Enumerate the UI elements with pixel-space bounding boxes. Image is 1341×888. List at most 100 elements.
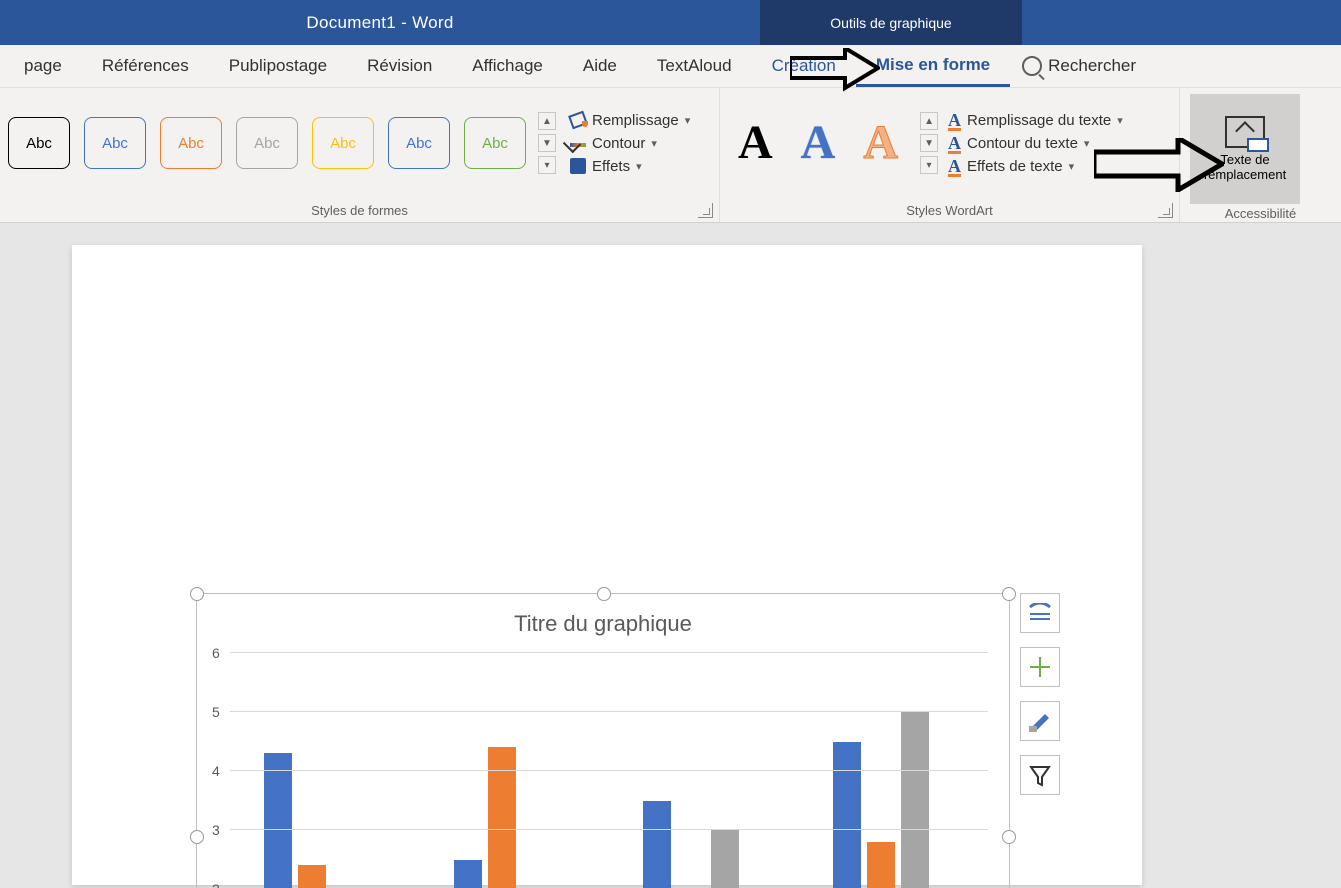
shape-style-swatch[interactable]: Abc xyxy=(84,117,146,169)
shape-fill-dropdown[interactable]: Remplissage ▾ xyxy=(570,112,690,129)
pen-icon xyxy=(570,143,586,147)
resize-handle[interactable] xyxy=(1002,587,1016,601)
shape-outline-dropdown[interactable]: Contour ▾ xyxy=(570,135,690,152)
group-label-accessibility: Accessibilité xyxy=(1225,206,1297,221)
y-tick-label: 4 xyxy=(212,763,220,779)
text-outline-icon: A xyxy=(948,135,961,151)
group-wordart-styles: A A A ▲ ▼ ▾ A Remplissage du texte ▾ A C… xyxy=(720,88,1180,222)
text-effects-dropdown[interactable]: A Effets de texte ▾ xyxy=(948,158,1123,175)
effects-icon xyxy=(570,158,586,174)
search-box[interactable]: Rechercher xyxy=(1022,56,1136,76)
dialog-launcher-icon[interactable] xyxy=(1158,203,1173,218)
text-outline-dropdown[interactable]: A Contour du texte ▾ xyxy=(948,135,1123,152)
wordart-more-button[interactable]: ▾ xyxy=(920,156,938,174)
bar-group xyxy=(264,753,360,888)
document-title: Document1 - Word xyxy=(0,13,760,33)
wordart-preset-3[interactable]: A xyxy=(863,119,898,167)
gridline xyxy=(230,711,988,712)
funnel-icon xyxy=(1028,763,1052,787)
y-tick-label: 2 xyxy=(212,881,220,888)
y-tick-label: 3 xyxy=(212,822,220,838)
alt-text-label-2: remplacement xyxy=(1204,167,1286,182)
shape-fill-label: Remplissage xyxy=(592,112,679,129)
text-fill-dropdown[interactable]: A Remplissage du texte ▾ xyxy=(948,112,1123,129)
tab-publipostage[interactable]: Publipostage xyxy=(209,45,347,87)
layout-options-button[interactable] xyxy=(1020,593,1060,633)
alt-text-label-1: Texte de xyxy=(1204,152,1286,167)
wordart-down-button[interactable]: ▼ xyxy=(920,134,938,152)
group-shape-styles: Abc Abc Abc Abc Abc Abc Abc ▲ ▼ ▾ Remplissage … xyxy=(0,88,720,222)
wordart-gallery[interactable]: A A A xyxy=(728,119,908,167)
bar[interactable] xyxy=(711,830,739,888)
chart-side-buttons xyxy=(1020,593,1060,795)
chevron-down-icon: ▾ xyxy=(685,114,691,127)
bar[interactable] xyxy=(298,865,326,888)
text-effects-icon: A xyxy=(948,158,961,174)
contextual-tab-chart-tools[interactable]: Outils de graphique xyxy=(760,0,1022,45)
chart-object[interactable]: Titre du graphique Catégorie 1Catégorie … xyxy=(196,593,1010,888)
tab-aide[interactable]: Aide xyxy=(563,45,637,87)
gridline xyxy=(230,829,988,830)
tab-mise-en-forme[interactable]: Mise en forme xyxy=(856,45,1010,87)
bar[interactable] xyxy=(901,712,929,888)
tab-creation[interactable]: Création xyxy=(752,45,856,87)
chevron-down-icon: ▾ xyxy=(636,160,642,173)
bar[interactable] xyxy=(454,860,482,888)
text-fill-icon: A xyxy=(948,112,961,128)
shape-effects-dropdown[interactable]: Effets ▾ xyxy=(570,158,690,175)
group-label-shape-styles: Styles de formes xyxy=(311,203,408,218)
gallery-more-button[interactable]: ▾ xyxy=(538,156,556,174)
resize-handle[interactable] xyxy=(190,830,204,844)
chart-elements-button[interactable] xyxy=(1020,647,1060,687)
shape-style-gallery[interactable]: Abc Abc Abc Abc Abc Abc Abc xyxy=(8,117,526,169)
chart-styles-button[interactable] xyxy=(1020,701,1060,741)
bucket-icon xyxy=(570,113,586,127)
search-label: Rechercher xyxy=(1048,56,1136,76)
ribbon-tabs: page Références Publipostage Révision Af… xyxy=(0,45,1341,88)
wordart-gallery-scroll: ▲ ▼ ▾ xyxy=(920,112,938,174)
chart-filters-button[interactable] xyxy=(1020,755,1060,795)
bar[interactable] xyxy=(833,742,861,888)
y-tick-label: 5 xyxy=(212,704,220,720)
shape-style-swatch[interactable]: Abc xyxy=(8,117,70,169)
search-icon xyxy=(1022,56,1042,76)
wordart-up-button[interactable]: ▲ xyxy=(920,112,938,130)
chevron-down-icon: ▾ xyxy=(1117,114,1123,127)
resize-handle[interactable] xyxy=(190,587,204,601)
shape-style-swatch[interactable]: Abc xyxy=(160,117,222,169)
tab-affichage[interactable]: Affichage xyxy=(452,45,563,87)
bar-group xyxy=(454,747,550,888)
dialog-launcher-icon[interactable] xyxy=(698,203,713,218)
chevron-down-icon: ▾ xyxy=(1069,160,1075,173)
shape-style-swatch[interactable]: Abc xyxy=(236,117,298,169)
gridline xyxy=(230,652,988,653)
alt-text-button[interactable]: Texte de remplacement xyxy=(1190,94,1300,204)
chevron-down-icon: ▾ xyxy=(1084,137,1090,150)
group-label-wordart: Styles WordArt xyxy=(906,203,992,218)
bar[interactable] xyxy=(867,842,895,888)
wordart-preset-2[interactable]: A xyxy=(801,119,836,167)
tab-revision[interactable]: Révision xyxy=(347,45,452,87)
chart-plot-area[interactable]: Catégorie 1Catégorie 2Catégorie 3Catégor… xyxy=(230,653,988,888)
picture-icon xyxy=(1225,116,1265,148)
title-bar: Document1 - Word Outils de graphique xyxy=(0,0,1341,45)
tab-textaloud[interactable]: TextAloud xyxy=(637,45,752,87)
text-fill-label: Remplissage du texte xyxy=(967,112,1111,129)
gridline xyxy=(230,770,988,771)
gallery-up-button[interactable]: ▲ xyxy=(538,112,556,130)
tab-references[interactable]: Références xyxy=(82,45,209,87)
shape-style-swatch[interactable]: Abc xyxy=(388,117,450,169)
shape-style-swatch[interactable]: Abc xyxy=(312,117,374,169)
gallery-down-button[interactable]: ▼ xyxy=(538,134,556,152)
ribbon-panel: Abc Abc Abc Abc Abc Abc Abc ▲ ▼ ▾ Remplissage … xyxy=(0,88,1341,223)
text-outline-label: Contour du texte xyxy=(967,135,1078,152)
resize-handle[interactable] xyxy=(597,587,611,601)
bar[interactable] xyxy=(488,747,516,888)
shape-style-swatch[interactable]: Abc xyxy=(464,117,526,169)
tab-page[interactable]: page xyxy=(4,45,82,87)
resize-handle[interactable] xyxy=(1002,830,1016,844)
bar[interactable] xyxy=(264,753,292,888)
gallery-scroll: ▲ ▼ ▾ xyxy=(538,112,556,174)
bar[interactable] xyxy=(643,801,671,888)
wordart-preset-1[interactable]: A xyxy=(738,119,773,167)
